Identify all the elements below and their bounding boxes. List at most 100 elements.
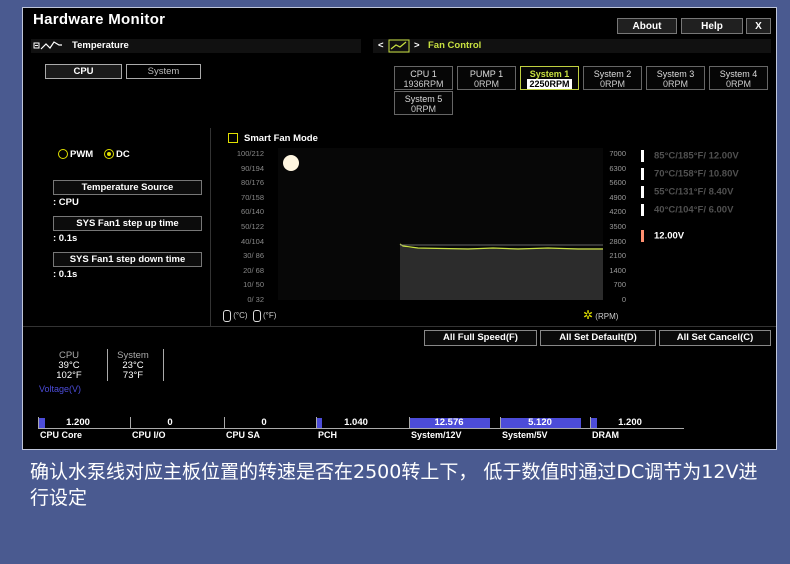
fan-rpm: 1936RPM [403, 79, 444, 89]
all-full-speed-button[interactable]: All Full Speed(F) [424, 330, 537, 346]
temp-fahrenheit: 73°F [122, 370, 144, 381]
fan-rpm: 0RPM [473, 79, 499, 89]
temperature-tick-label: 70/158 [241, 192, 264, 202]
fan-name: PUMP 1 [469, 69, 504, 79]
temp-fahrenheit: 102°F [56, 370, 82, 381]
temp-divider [163, 349, 164, 381]
voltage-name: CPU SA [226, 430, 261, 440]
step-down-time-value: : 0.1s [53, 269, 78, 280]
dc-radio[interactable]: DC [104, 149, 130, 160]
fan-name: System 2 [593, 69, 632, 79]
voltage-value: 0 [261, 417, 267, 428]
system-temperature: System 23°C 73°F [107, 351, 159, 381]
voltage-name: System/12V [411, 430, 462, 440]
thermometer-icon [252, 310, 261, 322]
step-up-time-button[interactable]: SYS Fan1 step up time [53, 216, 202, 231]
fan-rpm: 0RPM [410, 104, 436, 114]
fan-button-pump1[interactable]: PUMP 1 0RPM [457, 66, 516, 90]
step-up-time-value: : 0.1s [53, 233, 78, 244]
curve-area [400, 244, 603, 300]
fan-rpm: 0RPM [725, 79, 751, 89]
voltage-name: CPU Core [40, 430, 83, 440]
radio-selected-icon [104, 149, 114, 160]
step-down-time-button[interactable]: SYS Fan1 step down time [53, 252, 202, 267]
voltage-name: System/5V [502, 430, 548, 440]
voltage-step-row[interactable]: 40°C/104°F/ 6.00V [641, 204, 733, 216]
temperature-tick-label: 100/212 [236, 149, 264, 158]
temperature-tick-label: 80/176 [241, 178, 264, 188]
fan-curve-graph[interactable] [278, 148, 603, 300]
fan-button-system1[interactable]: System 1 2250RPM [520, 66, 579, 90]
temperature-tick-label: 10/ 50 [243, 280, 264, 290]
thermometer-icon [223, 310, 231, 322]
fan-button-system5[interactable]: System 5 0RPM [394, 91, 453, 115]
fan-button-cpu1[interactable]: CPU 1 1936RPM [394, 66, 453, 90]
voltage-marker [641, 204, 644, 216]
radio-circle-icon [58, 149, 68, 160]
fan-control-prev-arrow[interactable]: < [378, 40, 384, 51]
temperature-tick-label: 30/ 86 [243, 251, 264, 261]
separator [23, 326, 776, 327]
cpu-temperature: CPU 39°C 102°F [39, 351, 99, 381]
dc-label: DC [116, 149, 130, 160]
fan-button-system4[interactable]: System 4 0RPM [709, 66, 768, 90]
temperature-tick-label: 40/104 [241, 236, 264, 246]
tab-system[interactable]: System [126, 64, 201, 79]
temperature-tick-label: 0/ 32 [247, 295, 264, 304]
checkbox-icon [228, 133, 238, 144]
unit-labels: (°C) (°F) [223, 310, 276, 322]
pwm-radio[interactable]: PWM [58, 149, 93, 160]
voltage-step-row[interactable]: 85°C/185°F/ 12.00V [641, 150, 739, 162]
voltage-step-label: 40°C/104°F/ 6.00V [654, 204, 734, 216]
caption: 确认水泵线对应主板位置的转速是否在2500转上下， 低于数值时通过DC调节为12… [30, 461, 758, 509]
voltage-step-row[interactable]: 55°C/131°F/ 8.40V [641, 186, 733, 198]
tab-cpu[interactable]: CPU [45, 64, 122, 79]
voltage-value: 1.200 [66, 417, 90, 428]
unit-rpm: (RPM) [595, 312, 619, 321]
temperature-source-button[interactable]: Temperature Source [53, 180, 202, 195]
title-bar: Hardware Monitor About Help X [23, 8, 776, 34]
line-graph-icon [33, 39, 63, 58]
temperature-label: Temperature [72, 40, 129, 51]
fan-rpm: 0RPM [662, 79, 688, 89]
fan-name: System 4 [719, 69, 758, 79]
voltage-step-row[interactable]: 70°C/158°F/ 10.80V [641, 168, 739, 180]
fan-name: System 5 [404, 94, 443, 104]
voltage-value: 0 [167, 417, 173, 428]
all-set-default-button[interactable]: All Set Default(D) [540, 330, 656, 346]
fan-button-system2[interactable]: System 2 0RPM [583, 66, 642, 90]
curve-control-point[interactable] [283, 155, 299, 171]
rpm-unit: ✲ (RPM) [583, 308, 618, 322]
unit-celsius: (°C) [233, 311, 248, 321]
fan-rpm: 2250RPM [527, 79, 572, 89]
fan-control-next-arrow[interactable]: > [414, 40, 420, 51]
help-button[interactable]: Help [681, 18, 743, 34]
temperature-tick-label: 90/194 [241, 163, 264, 173]
temperature-header: Temperature [31, 39, 361, 53]
about-button[interactable]: About [617, 18, 677, 34]
voltage-step-label: 70°C/158°F/ 10.80V [654, 168, 739, 180]
voltage-step-label: 55°C/131°F/ 8.40V [654, 186, 734, 198]
fan-graph-icon [388, 39, 410, 58]
fan-button-system3[interactable]: System 3 0RPM [646, 66, 705, 90]
voltage-value: 5.120 [528, 417, 552, 428]
all-set-cancel-button[interactable]: All Set Cancel(C) [659, 330, 771, 346]
voltage-value: 12.576 [434, 417, 464, 428]
fan-control-header: < > Fan Control [373, 39, 771, 53]
close-button[interactable]: X [746, 18, 771, 34]
temperature-tick-label: 50/122 [241, 222, 264, 231]
voltage-label: Voltage(V) [39, 384, 82, 394]
voltage-value: 1.200 [618, 417, 642, 428]
smart-fan-mode-checkbox[interactable]: Smart Fan Mode [228, 133, 318, 144]
voltage-marker [641, 168, 644, 180]
unit-fahrenheit: (°F) [263, 311, 277, 321]
temperature-tick-label: 60/140 [241, 207, 264, 217]
current-voltage-value: 12.00V [654, 230, 685, 242]
temperature-tick-label: 20/ 68 [243, 265, 264, 275]
fan-name: System 3 [656, 69, 695, 79]
pwm-label: PWM [70, 149, 94, 160]
voltage-name: PCH [318, 430, 338, 440]
fan-icon: ✲ [583, 308, 594, 322]
smart-fan-mode-label: Smart Fan Mode [244, 133, 318, 144]
current-voltage-row: 12.00V [641, 230, 684, 242]
